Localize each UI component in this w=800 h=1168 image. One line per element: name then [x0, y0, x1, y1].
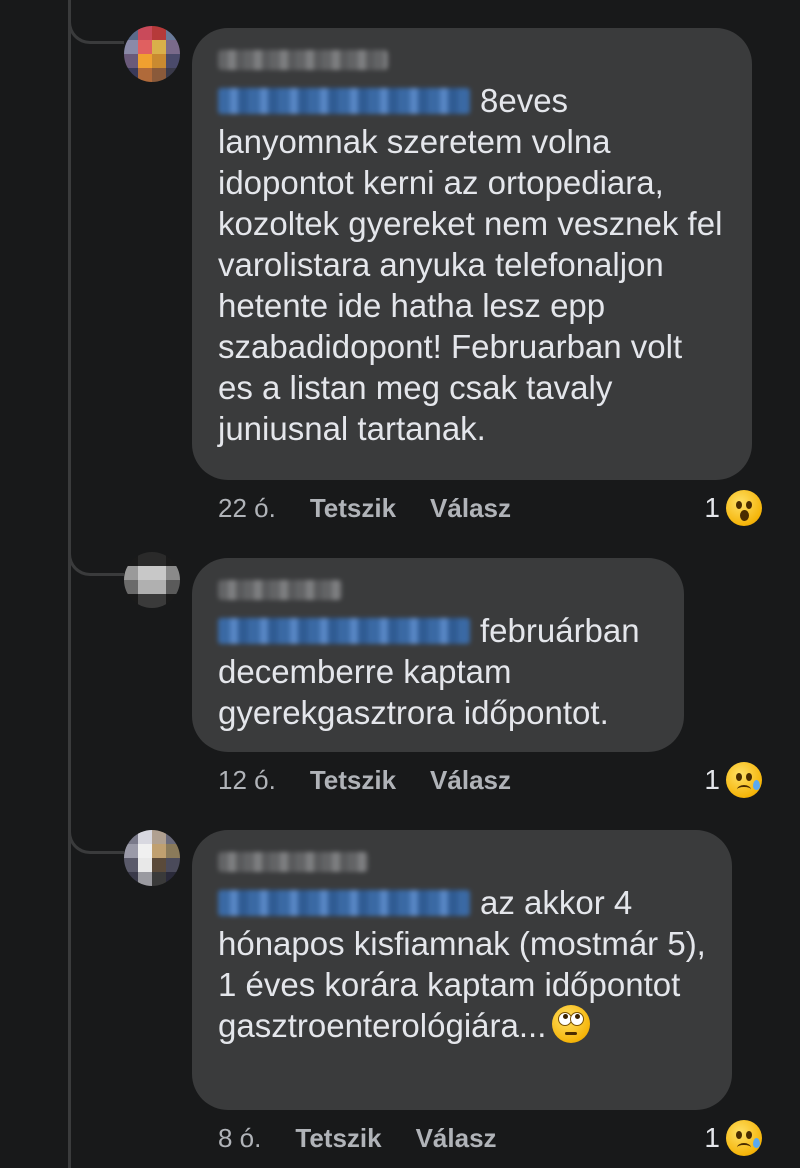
timestamp[interactable]: 22 ó.: [218, 493, 276, 524]
avatar[interactable]: [124, 830, 180, 886]
comment-body: 8eves lanyomnak szeretem volna idopontot…: [218, 82, 723, 447]
reply-connector: [68, 536, 124, 576]
like-button[interactable]: Tetszik: [295, 1123, 381, 1154]
wow-emoji-icon: [726, 490, 762, 526]
thread-line: [68, 0, 71, 1168]
comment-meta: 22 ó. Tetszik Válasz 1: [218, 488, 762, 528]
comment-bubble: 8eves lanyomnak szeretem volna idopontot…: [192, 28, 752, 480]
sad-emoji-icon: [726, 762, 762, 798]
reaction-summary[interactable]: 1: [704, 490, 762, 526]
timestamp[interactable]: 12 ó.: [218, 765, 276, 796]
avatar[interactable]: [124, 26, 180, 82]
reply-connector: [68, 814, 124, 854]
reaction-count: 1: [704, 1122, 720, 1153]
reaction-count: 1: [704, 764, 720, 795]
author-name-redacted[interactable]: [218, 850, 706, 874]
reply-button[interactable]: Válasz: [430, 493, 511, 524]
comment-meta: 8 ó. Tetszik Válasz 1: [218, 1118, 762, 1158]
comment-bubble: az akkor 4 hónapos kisfiamnak (mostmár 5…: [192, 830, 732, 1110]
comment-meta: 12 ó. Tetszik Válasz 1: [218, 760, 762, 800]
author-name-redacted[interactable]: [218, 578, 658, 602]
comment-bubble: februárban decemberre kaptam gyerekgaszt…: [192, 558, 684, 752]
reply-button[interactable]: Válasz: [416, 1123, 497, 1154]
reaction-count: 1: [704, 492, 720, 523]
comment-text: 8eves lanyomnak szeretem volna idopontot…: [218, 80, 726, 449]
eye-roll-emoji-icon: [552, 1005, 591, 1043]
comment-text: az akkor 4 hónapos kisfiamnak (mostmár 5…: [218, 882, 706, 1046]
like-button[interactable]: Tetszik: [310, 493, 396, 524]
reply-connector: [68, 4, 124, 44]
mention-redacted[interactable]: [218, 88, 470, 114]
reply-button[interactable]: Válasz: [430, 765, 511, 796]
mention-redacted[interactable]: [218, 618, 470, 644]
comment-thread: 8eves lanyomnak szeretem volna idopontot…: [0, 0, 800, 1168]
like-button[interactable]: Tetszik: [310, 765, 396, 796]
reaction-summary[interactable]: 1: [704, 1120, 762, 1156]
author-name-redacted[interactable]: [218, 48, 726, 72]
sad-emoji-icon: [726, 1120, 762, 1156]
comment-text: februárban decemberre kaptam gyerekgaszt…: [218, 610, 658, 733]
avatar[interactable]: [124, 552, 180, 608]
mention-redacted[interactable]: [218, 890, 470, 916]
timestamp[interactable]: 8 ó.: [218, 1123, 261, 1154]
reaction-summary[interactable]: 1: [704, 762, 762, 798]
